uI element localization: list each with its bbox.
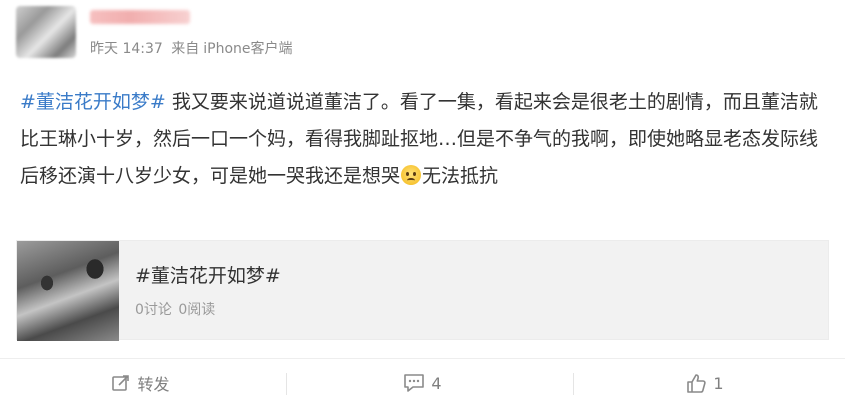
topic-reads: 0阅读 bbox=[178, 302, 216, 318]
repost-icon bbox=[112, 375, 130, 391]
topic-card-title: #董洁花开如梦# bbox=[135, 265, 281, 287]
post-text: #董洁花开如梦# 我又要来说道说道董洁了。看了一集，看起来会是很老土的剧情，而且… bbox=[20, 84, 825, 195]
repost-button[interactable]: 转发 bbox=[0, 359, 281, 407]
repost-label: 转发 bbox=[137, 375, 170, 394]
crying-face-emoji-icon bbox=[401, 165, 422, 185]
comment-count: 4 bbox=[431, 373, 442, 393]
post-meta: 昨天 14:37 来自 iPhone客户端 bbox=[90, 38, 297, 58]
like-button[interactable]: 1 bbox=[564, 359, 845, 407]
post-source: iPhone客户端 bbox=[203, 41, 293, 57]
post-time[interactable]: 昨天 14:37 bbox=[90, 41, 163, 57]
post-body-end: 无法抵抗 bbox=[422, 165, 499, 187]
like-count: 1 bbox=[713, 373, 724, 393]
post-source-prefix: 来自 bbox=[171, 41, 200, 57]
topic-card[interactable]: #董洁花开如梦# 0讨论 0阅读 bbox=[16, 240, 829, 341]
action-bar: 转发 4 1 bbox=[0, 358, 845, 407]
topic-card-stats: 0讨论 0阅读 bbox=[135, 299, 217, 319]
topic-discussions: 0讨论 bbox=[135, 302, 172, 318]
like-icon bbox=[687, 374, 707, 393]
avatar[interactable] bbox=[16, 6, 76, 58]
comment-button[interactable]: 4 bbox=[282, 359, 563, 407]
topic-thumbnail bbox=[17, 241, 119, 341]
post-hashtag-link[interactable]: #董洁花开如梦# bbox=[20, 91, 166, 113]
username-blurred[interactable] bbox=[90, 10, 190, 24]
comment-icon bbox=[404, 374, 425, 392]
